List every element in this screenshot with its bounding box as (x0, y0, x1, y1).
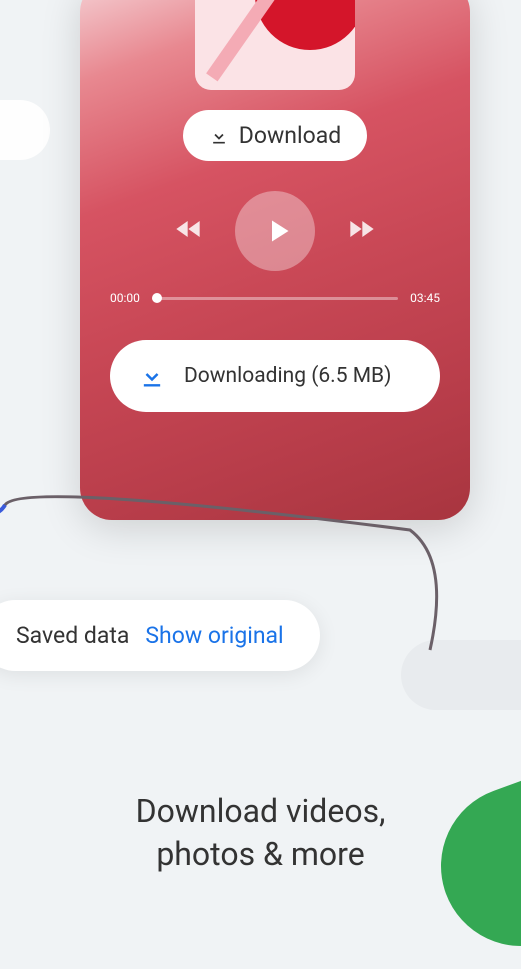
progress-slider[interactable] (152, 297, 398, 300)
download-icon (138, 362, 166, 390)
download-button[interactable]: Download (183, 110, 367, 161)
saved-data-pill: Saved data Show original (0, 600, 320, 671)
cloud-decoration (0, 100, 50, 160)
progress-row: 00:00 03:45 (110, 291, 440, 305)
rewind-button[interactable] (173, 213, 205, 249)
downloading-status[interactable]: Downloading (6.5 MB) (110, 340, 440, 412)
cloud-decoration (401, 640, 521, 710)
forward-button[interactable] (345, 213, 377, 249)
play-button[interactable] (235, 191, 315, 271)
album-art (195, 0, 355, 90)
saved-data-label: Saved data (16, 622, 129, 649)
total-time: 03:45 (410, 291, 440, 305)
download-button-label: Download (239, 122, 341, 149)
show-original-link[interactable]: Show original (145, 622, 283, 649)
current-time: 00:00 (110, 291, 140, 305)
headline-line2: photos & more (40, 833, 481, 876)
player-controls (110, 191, 440, 271)
downloading-label: Downloading (6.5 MB) (184, 364, 391, 388)
forward-icon (345, 213, 377, 245)
play-icon (260, 213, 296, 249)
rewind-icon (173, 213, 205, 245)
download-icon (209, 126, 229, 146)
headline-line1: Download videos, (40, 790, 481, 833)
media-card: Download 00:00 03:45 Downloading (6.5 MB… (80, 0, 470, 520)
